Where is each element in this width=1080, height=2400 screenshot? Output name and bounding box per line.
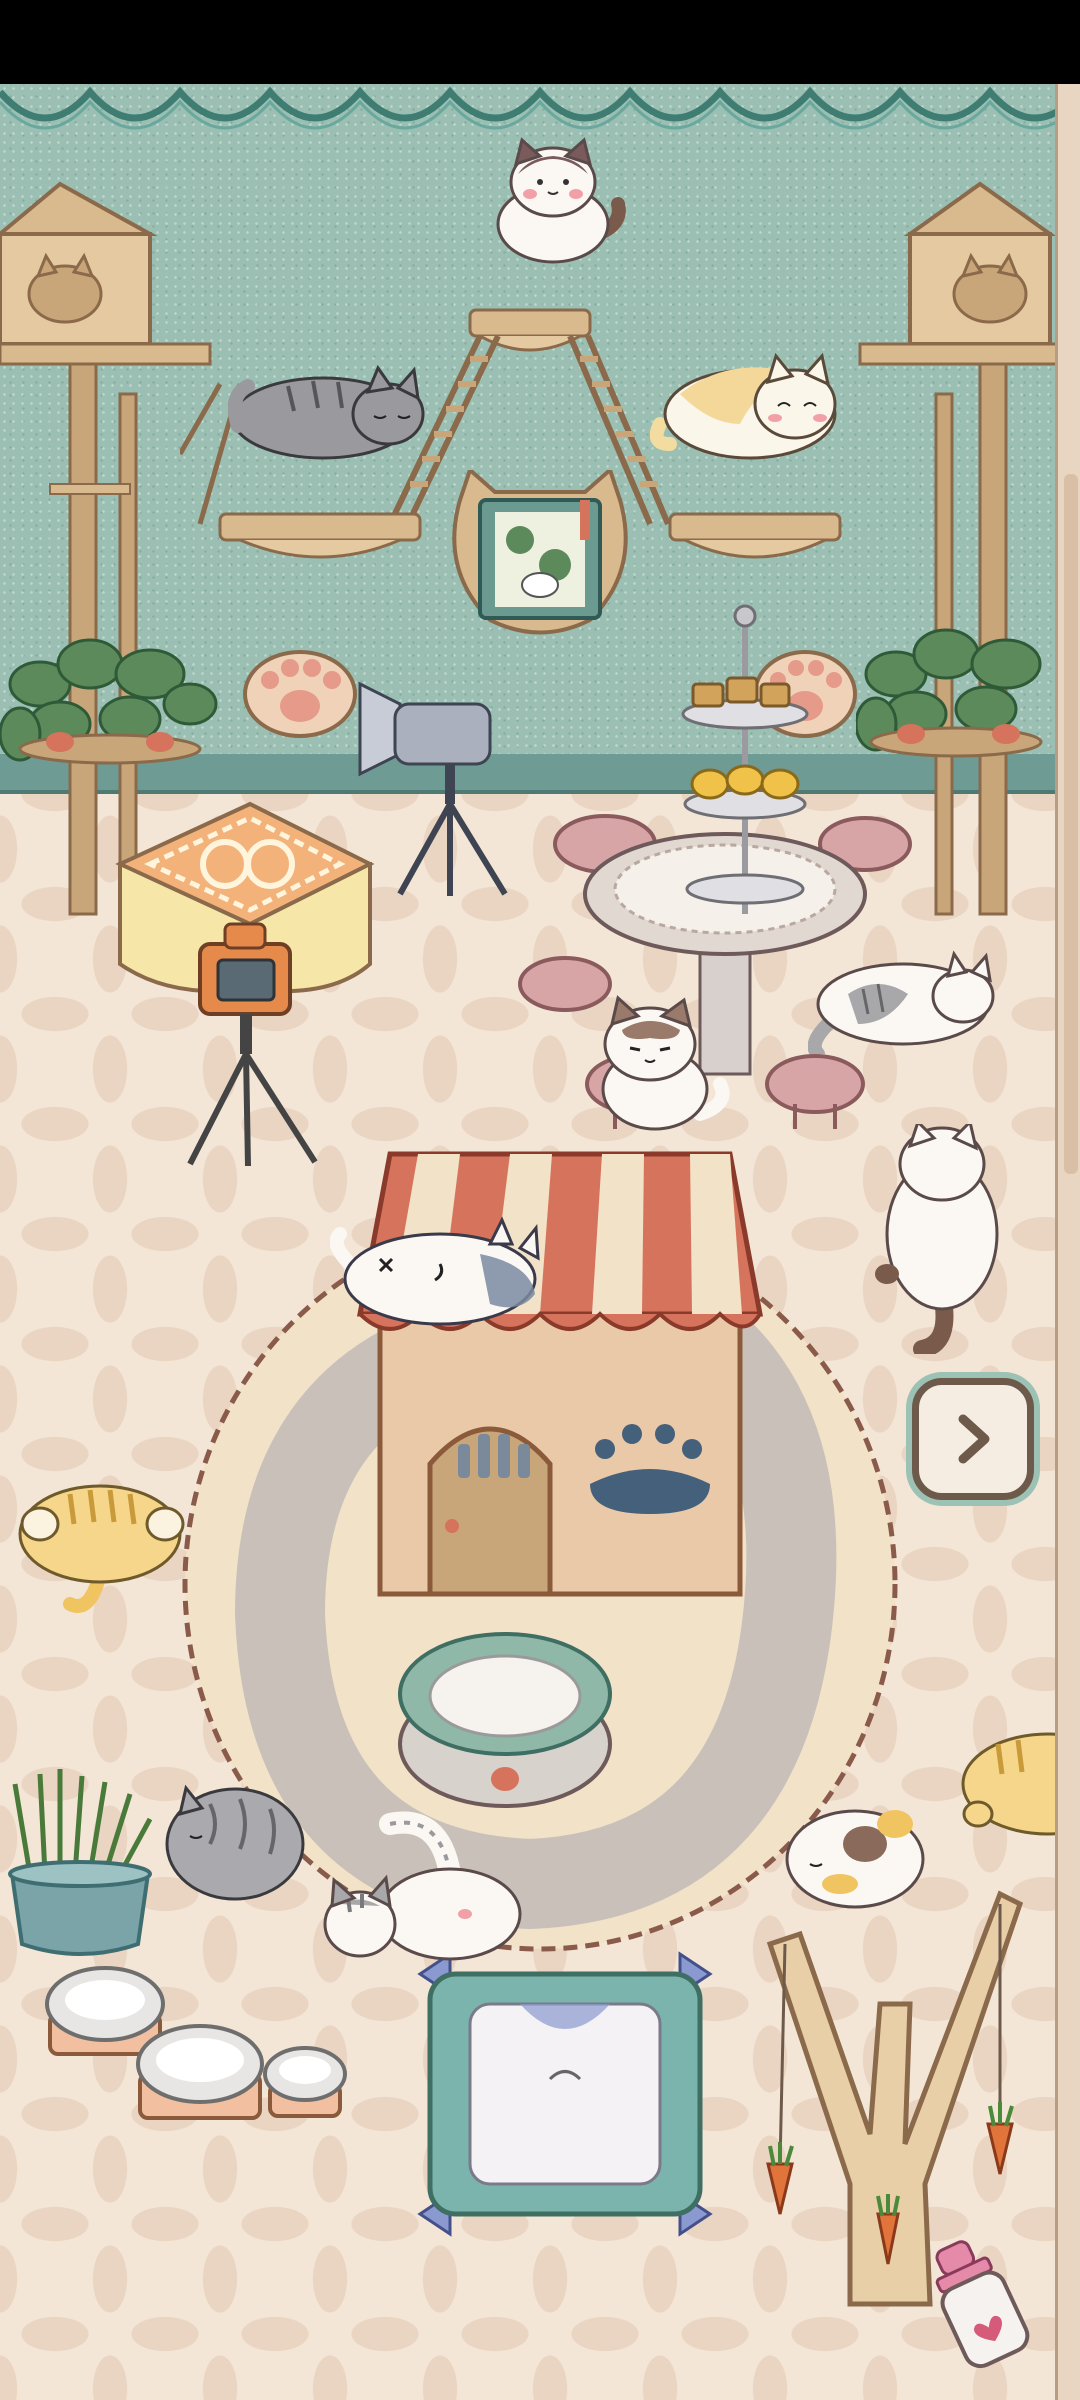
cat-sitting-back-view[interactable] (862, 1124, 1012, 1354)
cat-sleeping-left-shelf[interactable] (228, 356, 428, 466)
cat-on-house-roof[interactable] (330, 1214, 550, 1334)
camera-tripod[interactable] (180, 904, 330, 1174)
cat-grass-pot[interactable] (0, 1764, 160, 1964)
cat-lying-right-shelf[interactable] (650, 334, 850, 464)
cat-house[interactable] (350, 1134, 770, 1604)
milk-bottle[interactable] (920, 2234, 1040, 2374)
pastry-stand[interactable] (665, 604, 825, 934)
cat-white-tabby-playing[interactable] (320, 1794, 530, 1974)
cat-yellow-peeking-right[interactable] (958, 1724, 1058, 1844)
chevron-right-icon (943, 1409, 1003, 1469)
cat-lying-on-table-edge[interactable] (808, 944, 998, 1054)
cat-calico-curled[interactable] (780, 1784, 930, 1914)
cat-on-round-table[interactable] (580, 994, 730, 1134)
game-scene (0, 84, 1080, 2400)
scroll-thumb[interactable] (1064, 474, 1078, 1174)
cat-tabby-orange-left[interactable] (10, 1464, 190, 1614)
potted-plant-right[interactable] (856, 614, 1056, 774)
cushion-bed[interactable] (400, 1944, 730, 2244)
status-bar (0, 0, 1080, 84)
next-room-button[interactable] (912, 1378, 1034, 1500)
scroll-track[interactable] (1055, 84, 1080, 2400)
cat-bed[interactable] (390, 1614, 620, 1814)
cat-on-top-perch[interactable] (478, 134, 628, 264)
food-bowls[interactable] (30, 1964, 360, 2164)
potted-plant-left[interactable] (0, 624, 220, 784)
photo-book[interactable] (440, 470, 640, 640)
cat-grey-ball[interactable] (160, 1774, 310, 1904)
